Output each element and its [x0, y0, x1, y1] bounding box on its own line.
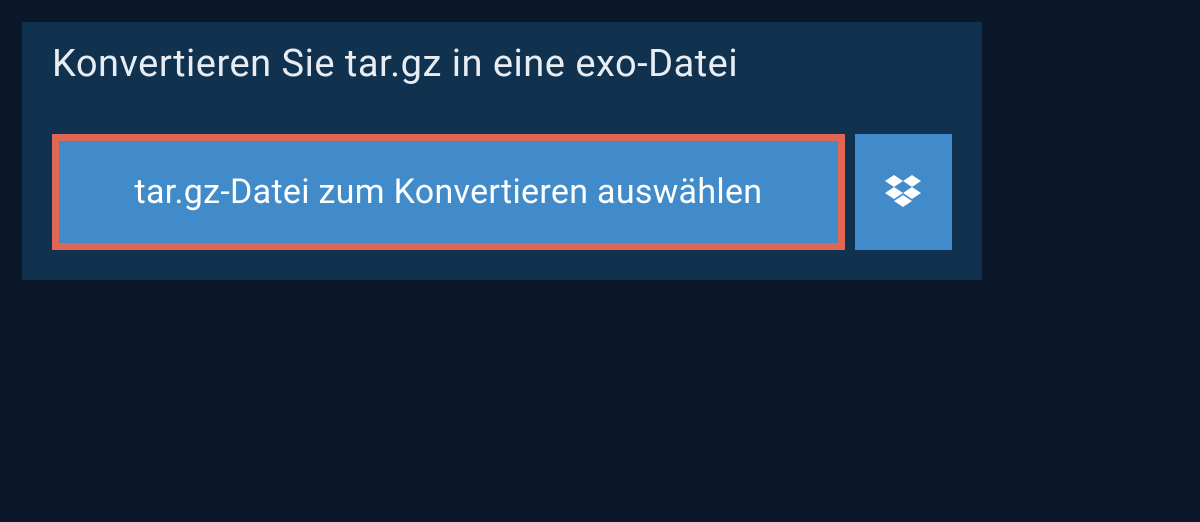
select-file-button[interactable]: tar.gz-Datei zum Konvertieren auswählen [52, 134, 845, 250]
title-bar: Konvertieren Sie tar.gz in eine exo-Date… [22, 22, 774, 106]
action-row: tar.gz-Datei zum Konvertieren auswählen [22, 106, 982, 280]
dropbox-icon [883, 172, 923, 212]
select-file-label: tar.gz-Datei zum Konvertieren auswählen [135, 172, 763, 212]
converter-card: Konvertieren Sie tar.gz in eine exo-Date… [22, 22, 982, 280]
dropbox-button[interactable] [855, 134, 952, 250]
page-title: Konvertieren Sie tar.gz in eine exo-Date… [52, 42, 738, 86]
